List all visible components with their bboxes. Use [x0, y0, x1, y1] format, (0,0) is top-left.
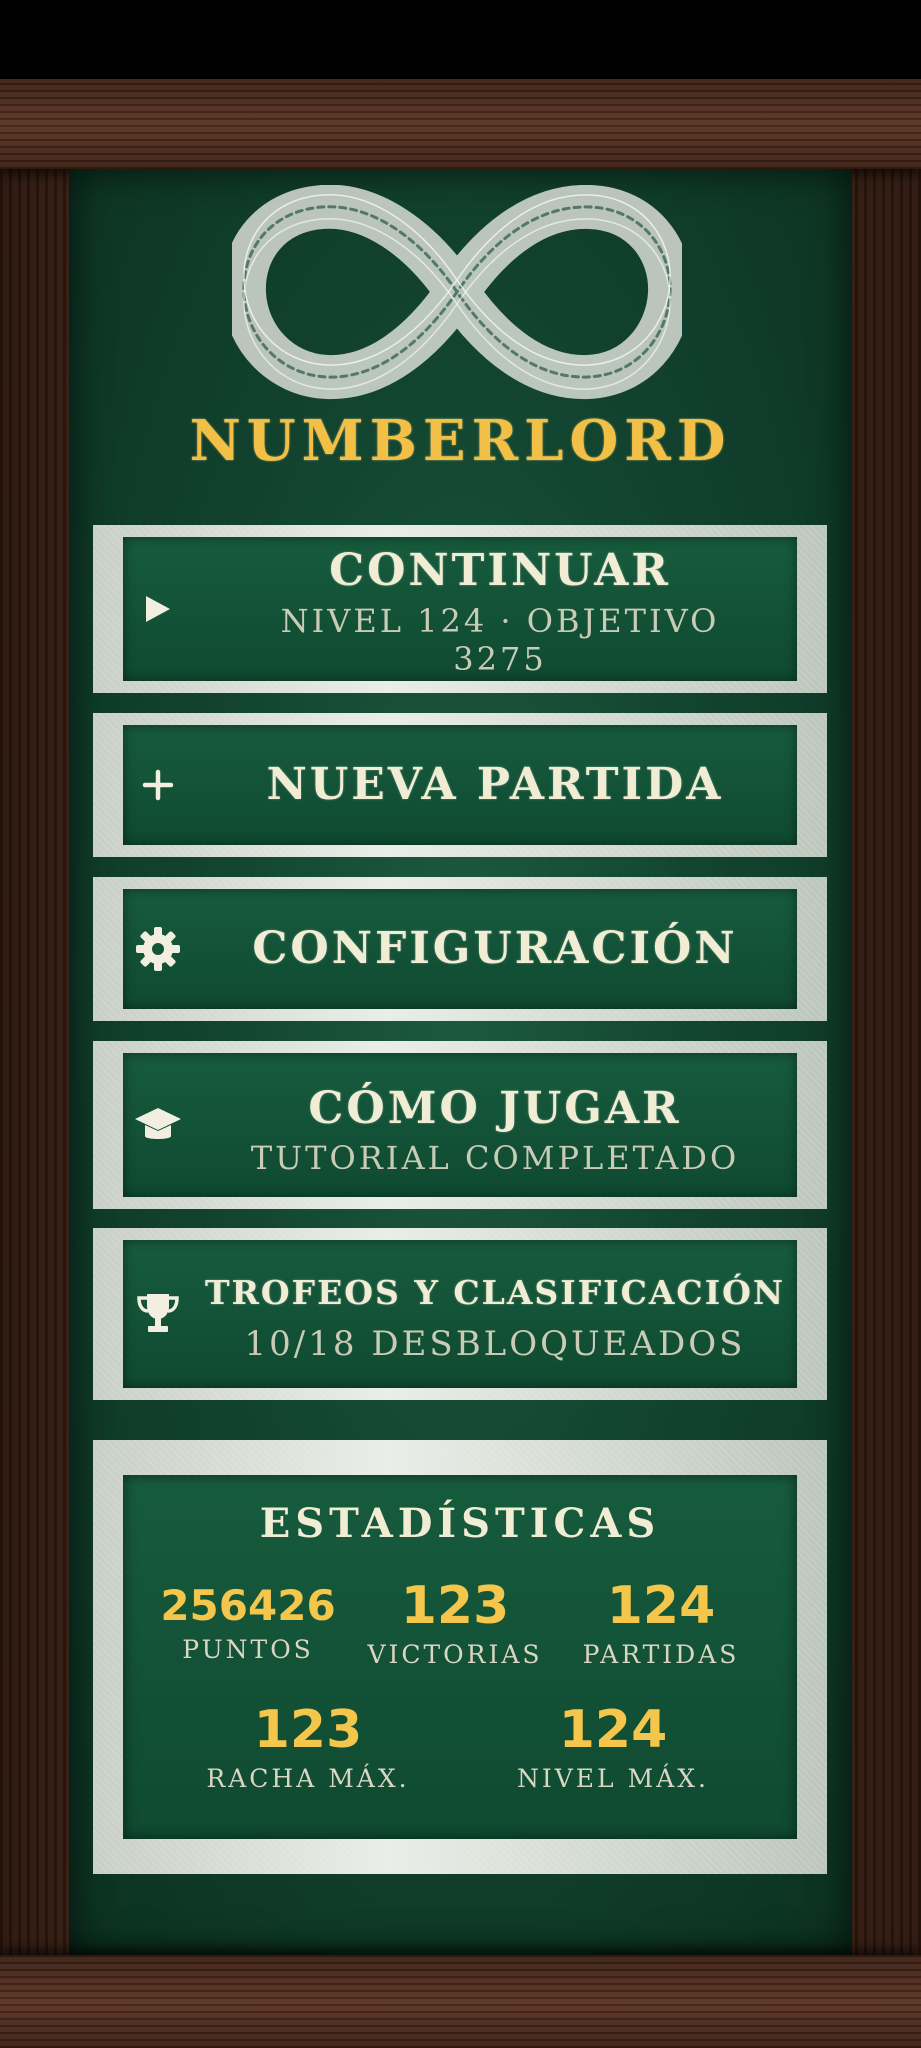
stat-wins: 123 VICTORIAS — [355, 1580, 555, 1669]
continue-label: CONTINUAR — [329, 545, 671, 596]
new-game-label: NUEVA PARTIDA — [266, 759, 724, 810]
infinity-icon — [232, 185, 682, 400]
stat-wins-value: 123 — [400, 1576, 510, 1636]
app-title: NUMBERLORD — [189, 408, 732, 474]
stat-wins-label: VICTORIAS — [367, 1640, 543, 1669]
continue-target: 3275 — [453, 640, 547, 678]
trophies-button[interactable]: TROFEOS Y CLASIFICACIÓN 10/18 DESBLOQUEA… — [93, 1228, 827, 1400]
stat-max-level-label: NIVEL MÁX. — [517, 1764, 709, 1793]
wood-frame-top — [0, 79, 921, 169]
play-icon — [133, 584, 183, 634]
how-to-play-button[interactable]: CÓMO JUGAR TUTORIAL COMPLETADO — [93, 1041, 827, 1209]
settings-button[interactable]: CONFIGURACIÓN — [93, 877, 827, 1021]
wood-frame-bottom — [0, 1955, 921, 2048]
continue-button[interactable]: CONTINUAR NIVEL 124 · OBJETIVO 3275 — [93, 525, 827, 693]
plus-icon — [133, 760, 183, 810]
how-to-play-label: CÓMO JUGAR — [308, 1083, 682, 1134]
stat-games: 124 PARTIDAS — [561, 1580, 761, 1669]
trophy-icon — [133, 1288, 183, 1338]
trophies-label: TROFEOS Y CLASIFICACIÓN — [204, 1273, 786, 1312]
stat-points: 256426 PUNTOS — [148, 1581, 348, 1665]
stat-points-value: 256426 — [160, 1581, 336, 1630]
stat-games-value: 124 — [606, 1576, 716, 1636]
new-game-button[interactable]: NUEVA PARTIDA — [93, 713, 827, 857]
tutorial-status: TUTORIAL COMPLETADO — [250, 1139, 740, 1177]
trophies-progress: 10/18 DESBLOQUEADOS — [244, 1324, 746, 1364]
stat-games-label: PARTIDAS — [582, 1640, 740, 1669]
stats-title: ESTADÍSTICAS — [259, 1500, 661, 1547]
stats-panel: ESTADÍSTICAS 256426 PUNTOS 123 VICTORIAS… — [93, 1440, 827, 1874]
stat-max-level: 124 NIVEL MÁX. — [503, 1704, 723, 1793]
settings-label: CONFIGURACIÓN — [252, 923, 738, 974]
stat-max-streak: 123 RACHA MÁX. — [198, 1704, 418, 1793]
gear-icon — [133, 924, 183, 974]
stat-max-streak-value: 123 — [253, 1700, 363, 1760]
stat-max-level-value: 124 — [558, 1700, 668, 1760]
continue-level: NIVEL 124 · OBJETIVO — [280, 602, 720, 640]
graduation-cap-icon — [133, 1100, 183, 1150]
stat-points-label: PUNTOS — [182, 1635, 314, 1664]
stat-max-streak-label: RACHA MÁX. — [206, 1764, 410, 1793]
